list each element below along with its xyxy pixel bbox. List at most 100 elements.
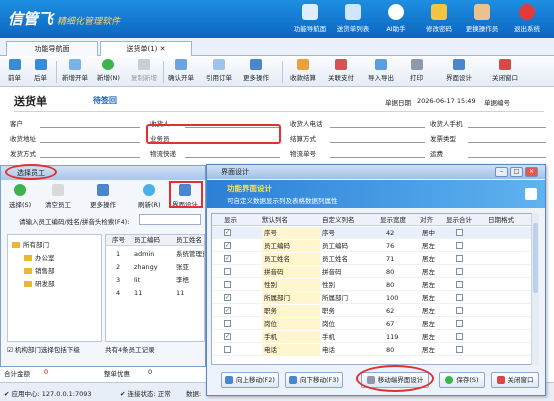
select-button[interactable]: 选择(S) [9, 184, 31, 209]
sum-checkbox[interactable] [456, 346, 463, 353]
show-checkbox[interactable] [224, 281, 231, 288]
reference-order-button[interactable]: 引用订单 [206, 59, 232, 82]
align-cell[interactable]: 居左 [422, 253, 435, 265]
sum-checkbox[interactable] [456, 294, 463, 301]
custom-name-cell[interactable]: 拼音码 [322, 266, 342, 278]
sum-checkbox[interactable] [456, 281, 463, 288]
input-ship-method[interactable] [40, 157, 140, 158]
ai-assistant-button[interactable]: AI助手 [374, 2, 418, 36]
custom-name-cell[interactable]: 序号 [322, 227, 335, 239]
sum-checkbox[interactable] [456, 307, 463, 314]
grid-row[interactable]: 拼音码 拼音码 80 居左 [212, 266, 534, 278]
grid-row[interactable]: 岗位 岗位 67 居左 [212, 318, 534, 330]
copy-add-button[interactable]: 复制新增 [131, 59, 157, 82]
sum-checkbox[interactable] [456, 242, 463, 249]
custom-name-cell[interactable]: 员工编码 [322, 240, 348, 252]
clear-employee-button[interactable]: 清空员工 [45, 184, 71, 209]
custom-name-cell[interactable]: 手机 [322, 331, 335, 343]
width-cell[interactable]: 42 [386, 227, 394, 239]
width-cell[interactable]: 119 [386, 331, 398, 343]
show-checkbox[interactable]: ✓ [224, 333, 231, 340]
width-cell[interactable]: 80 [386, 279, 394, 291]
align-cell[interactable]: 居左 [422, 292, 435, 304]
add-button[interactable]: 新增(N) [97, 59, 120, 82]
tab-delivery[interactable]: 送货单(1) ✕ [100, 41, 192, 56]
input-tracking[interactable] [330, 157, 425, 158]
refresh-button[interactable]: 刷新(R) [138, 184, 161, 209]
input-receiver-phone[interactable] [330, 127, 425, 128]
input-address[interactable] [40, 142, 140, 143]
width-cell[interactable]: 80 [386, 266, 394, 278]
change-password-button[interactable]: 修改密码 [417, 2, 461, 36]
show-checkbox[interactable] [224, 268, 231, 275]
tree-node[interactable]: 销售部 [24, 265, 55, 275]
input-settlement[interactable] [330, 142, 425, 143]
sum-checkbox[interactable] [456, 229, 463, 236]
width-cell[interactable]: 80 [386, 344, 394, 356]
input-receiver-mobile[interactable] [468, 127, 546, 128]
grid-row[interactable]: ✓ 所属部门 所属部门 100 居左 [212, 292, 534, 304]
show-checkbox[interactable]: ✓ [224, 255, 231, 262]
grid-row[interactable]: ✓ 员工姓名 员工姓名 71 居左 [212, 253, 534, 265]
align-cell[interactable]: 居左 [422, 266, 435, 278]
save-button[interactable]: 保存(S) [439, 372, 485, 388]
grid-row[interactable]: ✓ 序号 序号 42 居中 [212, 227, 534, 239]
include-sub-checkbox[interactable]: ☑ 机构部门选择包括下级 [7, 344, 80, 354]
maximize-icon[interactable]: □ [510, 167, 523, 177]
switch-user-button[interactable]: 更换操作员 [460, 2, 504, 36]
width-cell[interactable]: 67 [386, 318, 394, 330]
ui-design-button[interactable]: 界面设计 [446, 59, 472, 82]
sum-checkbox[interactable] [456, 320, 463, 327]
move-up-button[interactable]: 向上移动(F2) [221, 372, 279, 388]
tree-node[interactable]: 办公室 [24, 252, 55, 262]
table-row[interactable]: 4 11 11 [106, 287, 204, 300]
linked-pay-button[interactable]: 关联支付 [328, 59, 354, 82]
more-ops-button[interactable]: 更多操作 [243, 59, 269, 82]
align-cell[interactable]: 居左 [422, 344, 435, 356]
scroll-thumb[interactable] [533, 223, 538, 293]
show-checkbox[interactable] [224, 320, 231, 327]
next-button[interactable]: 后单 [34, 59, 47, 82]
custom-name-cell[interactable]: 性别 [322, 279, 335, 291]
table-row[interactable]: 2 zhangy 张亚 [106, 261, 204, 274]
grid-row[interactable]: ✓ 手机 手机 119 居左 [212, 331, 534, 343]
custom-name-cell[interactable]: 电话 [322, 344, 335, 356]
search-input[interactable] [139, 214, 201, 225]
custom-name-cell[interactable]: 职务 [322, 305, 335, 317]
close-window-button[interactable]: 关闭窗口 [491, 372, 539, 388]
table-row[interactable]: 1admin系统管理员 [106, 248, 204, 261]
print-button[interactable]: 打印 [410, 59, 423, 82]
grid-row[interactable]: 性别 性别 80 居左 [212, 279, 534, 291]
input-invoice-type[interactable] [468, 142, 546, 143]
align-cell[interactable]: 居左 [422, 331, 435, 343]
grid-scrollbar[interactable] [531, 213, 539, 365]
show-checkbox[interactable]: ✓ [224, 307, 231, 314]
sum-checkbox[interactable] [456, 255, 463, 262]
width-cell[interactable]: 71 [386, 253, 394, 265]
width-cell[interactable]: 100 [386, 292, 398, 304]
custom-name-cell[interactable]: 所属部门 [322, 292, 348, 304]
align-cell[interactable]: 居左 [422, 305, 435, 317]
show-checkbox[interactable]: ✓ [224, 294, 231, 301]
nav-home-button[interactable]: 功能导航面 [288, 2, 332, 36]
close-window-button[interactable]: 关闭窗口 [492, 59, 518, 82]
input-freight[interactable] [468, 157, 546, 158]
sum-checkbox[interactable] [456, 268, 463, 275]
close-icon[interactable]: ✕ [160, 45, 166, 53]
grid-row[interactable]: ✓ 职务 职务 62 居左 [212, 305, 534, 317]
table-row[interactable]: 3 lit 李梧 [106, 274, 204, 287]
input-courier[interactable] [185, 157, 280, 158]
align-cell[interactable]: 居左 [422, 240, 435, 252]
grid-row[interactable]: 电话 电话 80 居左 [212, 344, 534, 356]
delivery-list-button[interactable]: 送货单列表 [331, 2, 375, 36]
custom-name-cell[interactable]: 岗位 [322, 318, 335, 330]
more-ops-button[interactable]: 更多操作 [90, 184, 116, 209]
show-checkbox[interactable]: ✓ [224, 229, 231, 236]
align-cell[interactable]: 居中 [422, 227, 435, 239]
input-customer[interactable] [40, 127, 140, 128]
width-cell[interactable]: 76 [386, 240, 394, 252]
move-down-button[interactable]: 向下移动(F3) [285, 372, 343, 388]
show-checkbox[interactable]: ✓ [224, 242, 231, 249]
confirm-button[interactable]: 确认开单 [168, 59, 194, 82]
import-export-button[interactable]: 导入导出 [368, 59, 394, 82]
